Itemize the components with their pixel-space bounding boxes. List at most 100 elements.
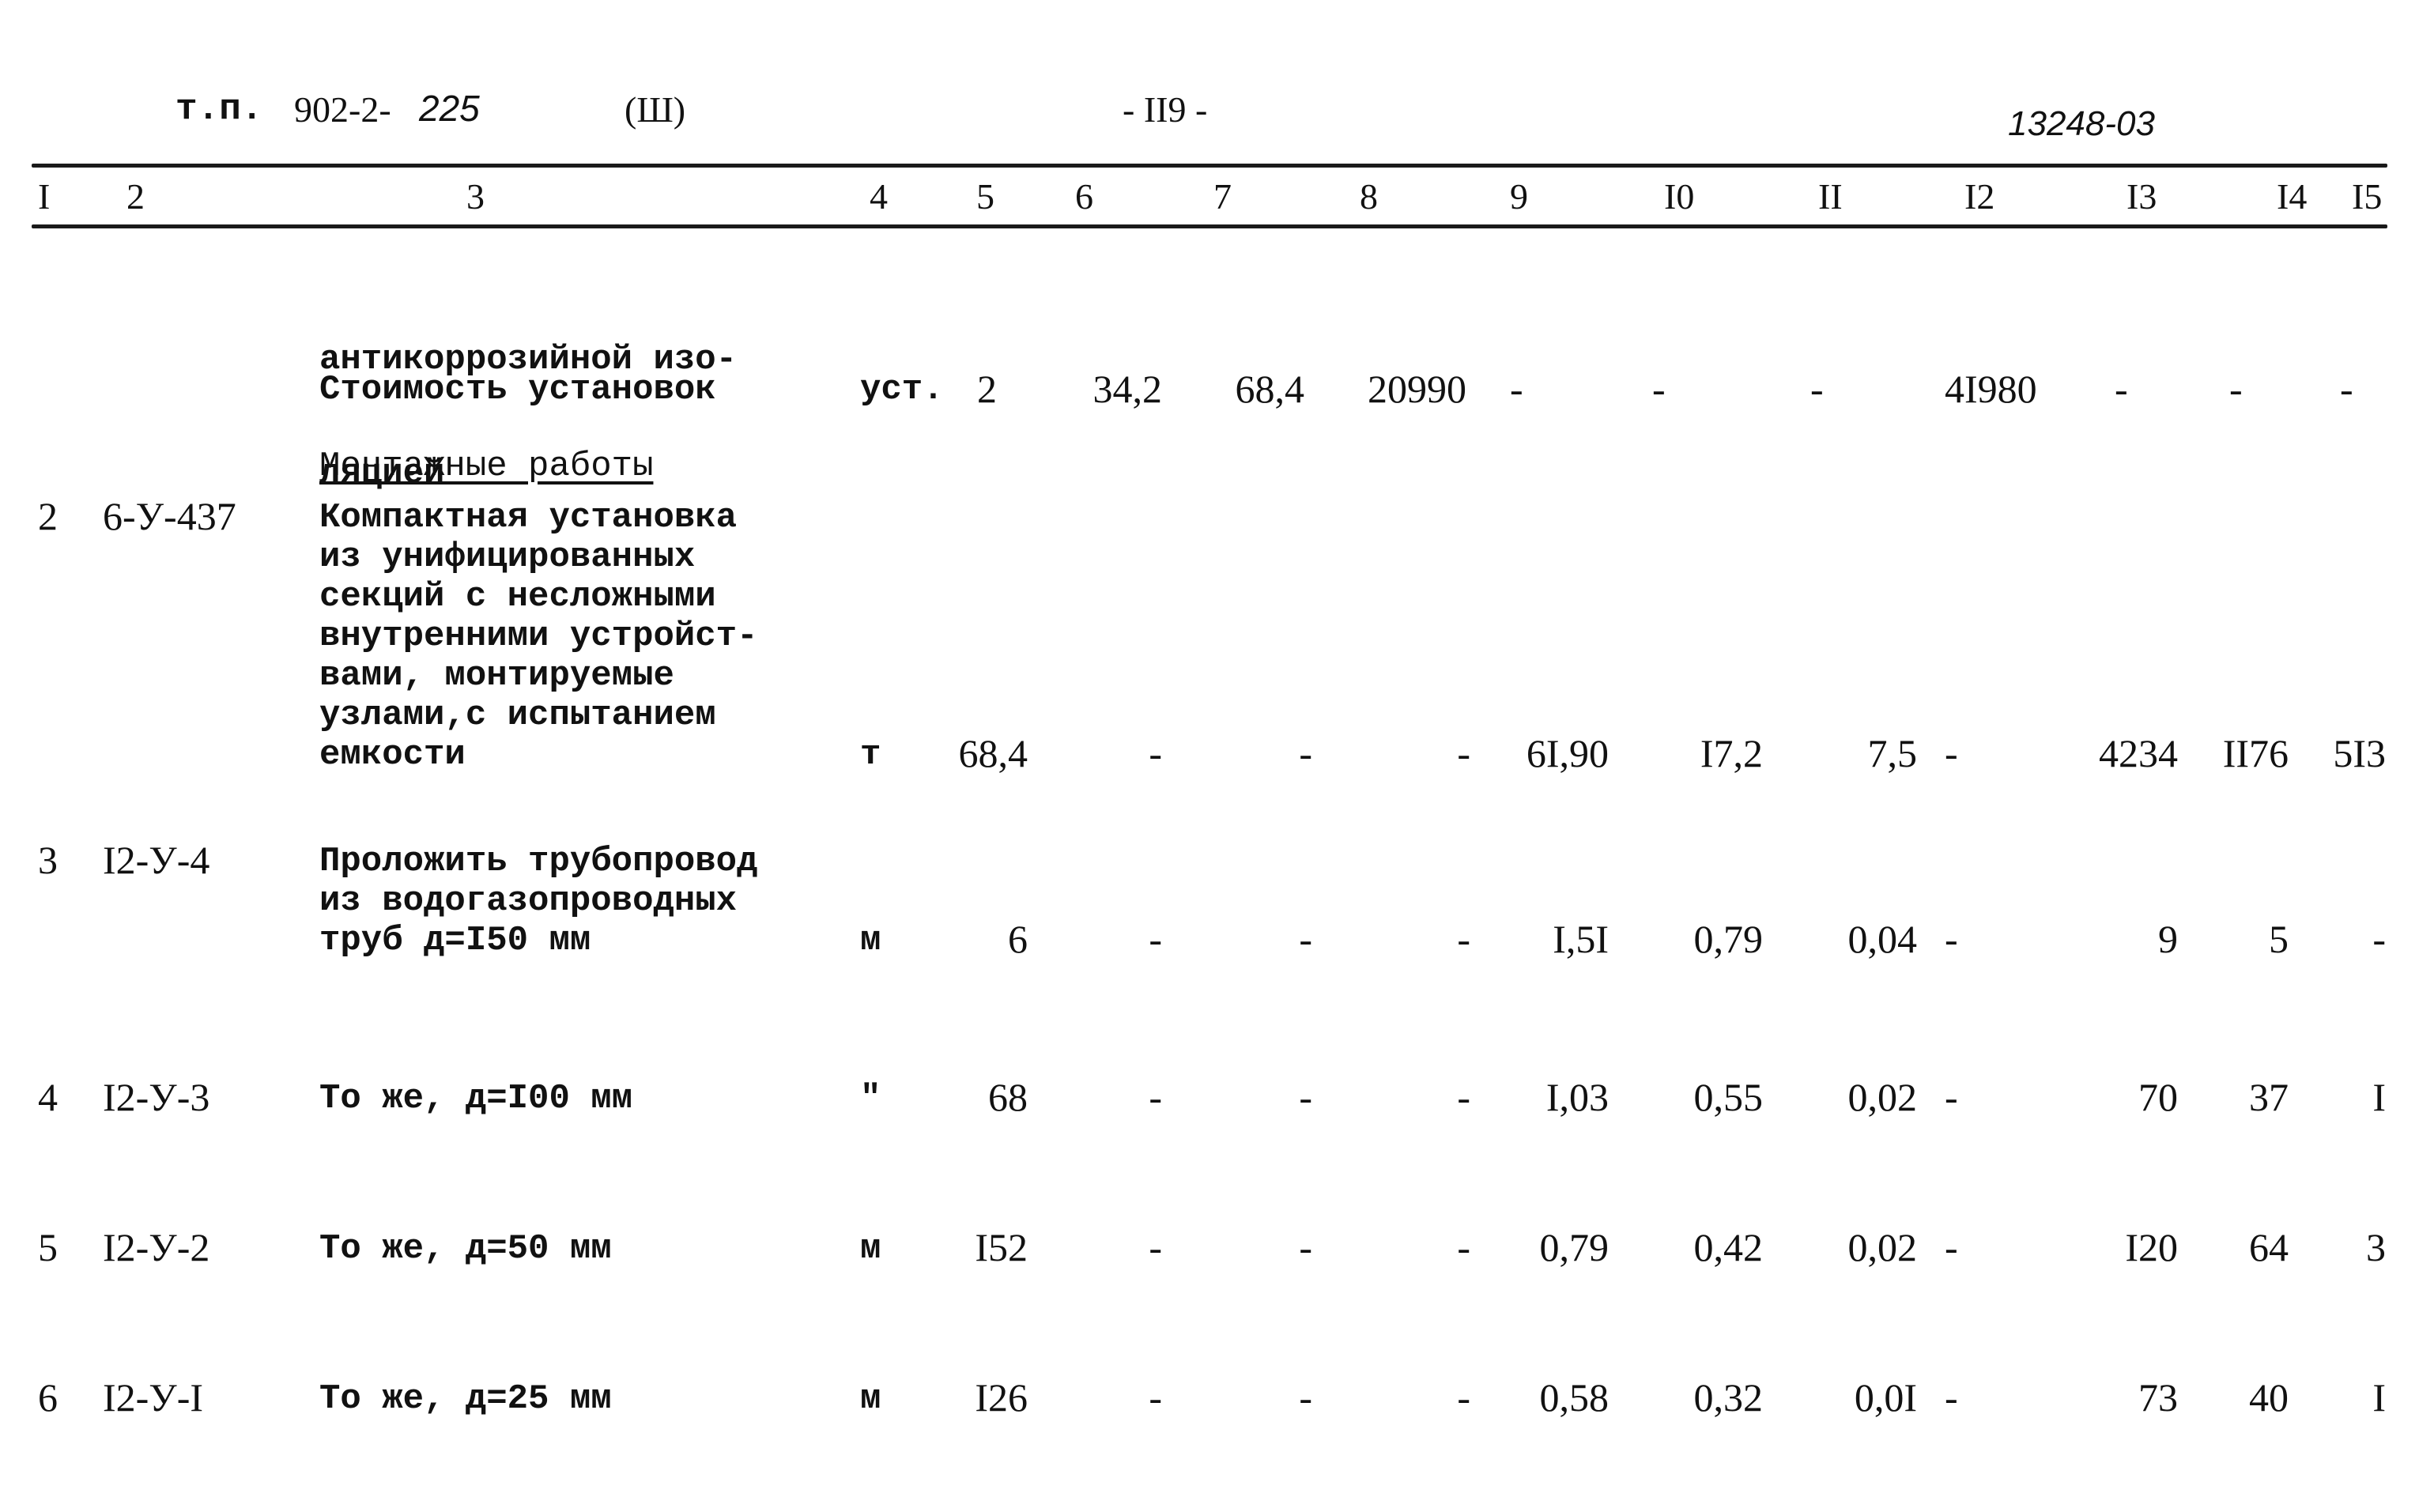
row-code: I2-У-3 [103, 1075, 210, 1119]
row-description: То же, д=50 мм [319, 1229, 612, 1269]
description-line: Проложить трубопровод [319, 842, 758, 881]
row-c14: 40 [2249, 1375, 2289, 1420]
row-description: То же, д=25 мм [319, 1379, 612, 1419]
row-qty: 6 [1008, 917, 1028, 961]
header-rule-bottom [32, 224, 2387, 228]
column-number: 5 [976, 176, 994, 217]
row-code: I2-У-2 [103, 1225, 210, 1269]
row-c14: 37 [2249, 1075, 2289, 1119]
row-c15: 5I3 [2333, 731, 2386, 775]
cost-row-c11: - [1810, 367, 1824, 411]
row-c6: - [1149, 731, 1162, 775]
column-number: I0 [1664, 176, 1695, 217]
column-number: I [38, 176, 51, 217]
row-c13: 73 [2138, 1375, 2178, 1420]
volume-label: (Ш) [625, 89, 686, 130]
row-qty: I26 [975, 1375, 1028, 1420]
row-c12: - [1945, 1375, 1958, 1420]
row-c8: - [1457, 1225, 1470, 1269]
row-c7: - [1299, 1225, 1312, 1269]
row-c8: - [1457, 917, 1470, 961]
row-unit: м [860, 1229, 881, 1269]
column-number: 7 [1213, 176, 1232, 217]
row-c8: - [1457, 1075, 1470, 1119]
description-line: труб д=I50 мм [319, 921, 591, 960]
description-line: Компактная установка [319, 498, 738, 537]
row-qty: 68 [988, 1075, 1028, 1119]
row-c10: I7,2 [1700, 731, 1763, 775]
column-number: 8 [1360, 176, 1378, 217]
cost-row-c9: - [1510, 367, 1523, 411]
row-c11: 0,02 [1847, 1075, 1918, 1119]
cost-row-qty: 2 [977, 367, 997, 411]
cost-row-c10: - [1652, 367, 1666, 411]
description-line: То же, д=50 мм [319, 1229, 612, 1269]
row-unit: м [860, 1379, 881, 1419]
row-c9: 6I,90 [1526, 731, 1609, 775]
description-line: из унифицированных [319, 537, 696, 577]
row-c11: 0,04 [1847, 917, 1918, 961]
description-line: из водогазопроводных [319, 881, 738, 921]
row-c7: - [1299, 1375, 1312, 1420]
row-c8: - [1457, 731, 1470, 775]
row-c12: - [1945, 1075, 1958, 1119]
description-line: узлами,с испытанием [319, 696, 716, 735]
row-c7: - [1299, 917, 1312, 961]
cost-row-c12: 4I980 [1945, 367, 2037, 411]
cost-row-c7: 68,4 [1235, 367, 1305, 411]
description-line: секций с несложными [319, 577, 716, 616]
row-c13: 70 [2138, 1075, 2178, 1119]
row-code: 6-У-437 [103, 494, 236, 538]
row-code: I2-У-4 [103, 838, 210, 882]
row-c15: 3 [2366, 1225, 2386, 1269]
row-c6: - [1149, 1375, 1162, 1420]
cost-row-unit: уст. [860, 370, 944, 409]
column-number: 6 [1075, 176, 1093, 217]
row-c9: I,5I [1553, 917, 1609, 961]
row-description: Проложить трубопровод из водогазопроводны… [319, 842, 758, 960]
column-number: I2 [1964, 176, 1995, 217]
row-c10: 0,42 [1693, 1225, 1764, 1269]
row-c13: I20 [2125, 1225, 2178, 1269]
column-number: 9 [1510, 176, 1528, 217]
row-c15: I [2372, 1375, 2386, 1420]
row-c11: 0,02 [1847, 1225, 1918, 1269]
row-c7: - [1299, 731, 1312, 775]
row-description: Компактная установка из унифицированных се… [319, 498, 758, 775]
page-number: - II9 - [1123, 89, 1208, 130]
row-unit: т [860, 735, 881, 775]
column-number: 2 [126, 176, 145, 217]
row-c6: - [1149, 1225, 1162, 1269]
row-code: I2-У-I [103, 1375, 204, 1420]
row-c8: - [1457, 1375, 1470, 1420]
cost-row-c6: 34,2 [1093, 367, 1163, 411]
row-number: 5 [38, 1225, 58, 1269]
row-c12: - [1945, 731, 1958, 775]
doc-prefix: т.п. [175, 89, 263, 130]
row-c14: 64 [2249, 1225, 2289, 1269]
row-c9: I,03 [1545, 1075, 1609, 1119]
row-c12: - [1945, 1225, 1958, 1269]
cost-row-description: Стоимость установок [319, 370, 716, 409]
row-c9: 0,79 [1539, 1225, 1610, 1269]
row-unit: " [860, 1079, 881, 1118]
row-c6: - [1149, 917, 1162, 961]
row-c9: 0,58 [1539, 1375, 1610, 1420]
row-c6: - [1149, 1075, 1162, 1119]
cost-row-c14: - [2229, 367, 2243, 411]
section-heading: Монтажные работы [319, 447, 654, 486]
row-c11: 0,0I [1854, 1375, 1917, 1420]
row-c10: 0,79 [1693, 917, 1764, 961]
row-number: 6 [38, 1375, 58, 1420]
row-qty: 68,4 [958, 731, 1028, 775]
doc-number: 902-2- [294, 89, 391, 130]
cost-row-c15: - [2340, 367, 2353, 411]
description-line: емкости [319, 735, 466, 775]
row-qty: I52 [975, 1225, 1028, 1269]
header-rule-top [32, 164, 2387, 168]
row-unit: м [860, 921, 881, 960]
cost-row-c8: 20990 [1368, 367, 1466, 411]
row-c10: 0,32 [1693, 1375, 1764, 1420]
column-number: 4 [870, 176, 888, 217]
row-c13: 4234 [2099, 731, 2178, 775]
